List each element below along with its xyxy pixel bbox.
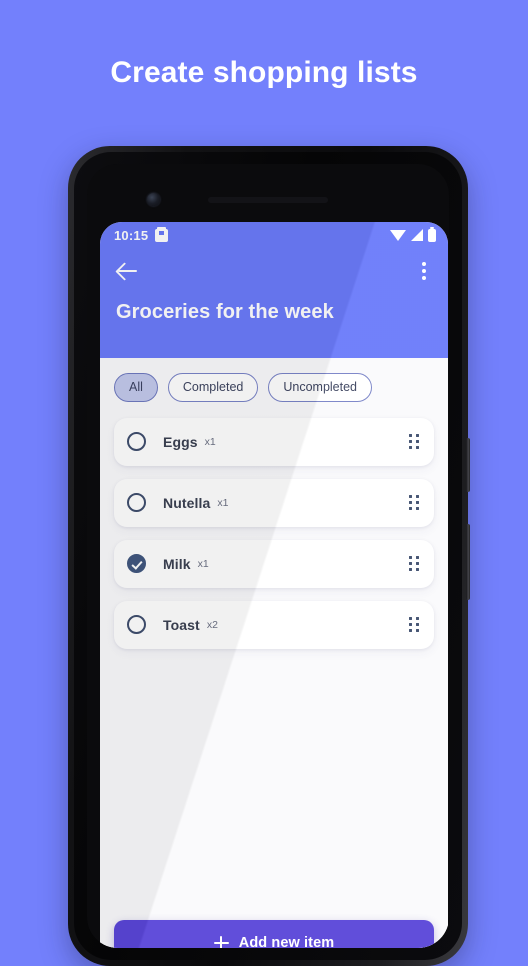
app-bar: Groceries for the week bbox=[100, 248, 448, 358]
handle-dot bbox=[408, 622, 413, 627]
filter-chip-uncompleted[interactable]: Uncompleted bbox=[268, 373, 373, 402]
item-checkbox[interactable] bbox=[127, 493, 146, 512]
handle-dot bbox=[408, 568, 413, 572]
list-item[interactable]: Eggs x1 bbox=[114, 417, 434, 466]
filter-chip-row: All Completed Uncompleted bbox=[100, 358, 448, 412]
handle-dot bbox=[415, 500, 420, 505]
kebab-dot bbox=[422, 269, 426, 273]
back-arrow-icon[interactable] bbox=[114, 258, 140, 284]
item-checkbox[interactable] bbox=[127, 615, 146, 634]
item-quantity: x1 bbox=[217, 496, 229, 509]
screen-content: All Completed Uncompleted Eggs x1 Nutell… bbox=[100, 358, 448, 948]
add-new-item-label: Add new item bbox=[238, 935, 335, 948]
handle-dot bbox=[415, 629, 420, 633]
item-name: Nutella bbox=[163, 494, 211, 511]
handle-dot bbox=[408, 500, 413, 505]
item-checkbox[interactable] bbox=[127, 554, 146, 573]
overflow-menu-icon[interactable] bbox=[414, 259, 434, 283]
status-bar-icons bbox=[390, 226, 436, 242]
handle-dot bbox=[408, 629, 413, 633]
phone-bezel: 10:15 Groceries for the week All Complet… bbox=[74, 152, 462, 960]
handle-dot bbox=[408, 439, 413, 444]
item-name: Eggs bbox=[163, 433, 198, 450]
handle-dot bbox=[415, 561, 420, 566]
handle-dot bbox=[415, 439, 420, 444]
item-name: Milk bbox=[163, 555, 191, 572]
item-quantity: x1 bbox=[197, 557, 209, 570]
handle-dot bbox=[415, 622, 420, 627]
battery-icon bbox=[428, 226, 436, 242]
list-item[interactable]: Toast x2 bbox=[114, 600, 434, 649]
item-quantity: x1 bbox=[204, 435, 216, 448]
status-bar-time: 10:15 bbox=[114, 227, 149, 243]
item-name: Toast bbox=[163, 616, 200, 633]
handle-dot bbox=[408, 446, 413, 450]
filter-chip-all[interactable]: All bbox=[114, 373, 158, 402]
drag-handle-icon[interactable] bbox=[408, 494, 420, 511]
handle-dot bbox=[408, 616, 413, 620]
item-quantity: x2 bbox=[206, 618, 218, 631]
handle-dot bbox=[415, 507, 420, 511]
earpiece-speaker bbox=[208, 197, 328, 203]
handle-dot bbox=[415, 446, 420, 450]
item-checkbox[interactable] bbox=[127, 432, 146, 451]
wifi-icon bbox=[390, 229, 406, 241]
phone-glass: 10:15 Groceries for the week All Complet… bbox=[87, 164, 449, 948]
handle-dot bbox=[415, 568, 420, 572]
plus-icon bbox=[213, 935, 229, 948]
phone-screen: 10:15 Groceries for the week All Complet… bbox=[100, 222, 448, 948]
front-camera-icon bbox=[147, 193, 160, 206]
cellular-signal-icon bbox=[411, 229, 423, 241]
handle-dot bbox=[408, 561, 413, 566]
app-bar-actions bbox=[100, 248, 448, 294]
handle-dot bbox=[408, 507, 413, 511]
handle-dot bbox=[415, 616, 420, 620]
kebab-dot bbox=[422, 276, 426, 280]
handle-dot bbox=[408, 494, 413, 498]
list-item[interactable]: Milk x1 bbox=[114, 539, 434, 588]
shopping-list: Eggs x1 Nutella x1 Milk x1 Toast x2 bbox=[100, 412, 448, 649]
drag-handle-icon[interactable] bbox=[408, 555, 420, 572]
add-item-footer: Add new item bbox=[100, 920, 448, 948]
app-notification-icon bbox=[155, 226, 169, 242]
handle-dot bbox=[408, 433, 413, 437]
volume-button[interactable] bbox=[466, 524, 470, 600]
drag-handle-icon[interactable] bbox=[408, 433, 420, 450]
phone-device-mockup: 10:15 Groceries for the week All Complet… bbox=[68, 146, 470, 966]
handle-dot bbox=[408, 555, 413, 559]
power-button[interactable] bbox=[466, 438, 470, 492]
page-title: Groceries for the week bbox=[116, 301, 334, 323]
list-item[interactable]: Nutella x1 bbox=[114, 478, 434, 527]
status-bar: 10:15 bbox=[100, 222, 448, 248]
drag-handle-icon[interactable] bbox=[408, 616, 420, 633]
handle-dot bbox=[415, 433, 420, 437]
promo-headline: Create shopping lists bbox=[110, 56, 418, 89]
kebab-dot bbox=[422, 262, 426, 266]
handle-dot bbox=[415, 555, 420, 559]
add-new-item-button[interactable]: Add new item bbox=[114, 920, 434, 948]
filter-chip-completed[interactable]: Completed bbox=[167, 373, 259, 402]
handle-dot bbox=[415, 494, 420, 498]
